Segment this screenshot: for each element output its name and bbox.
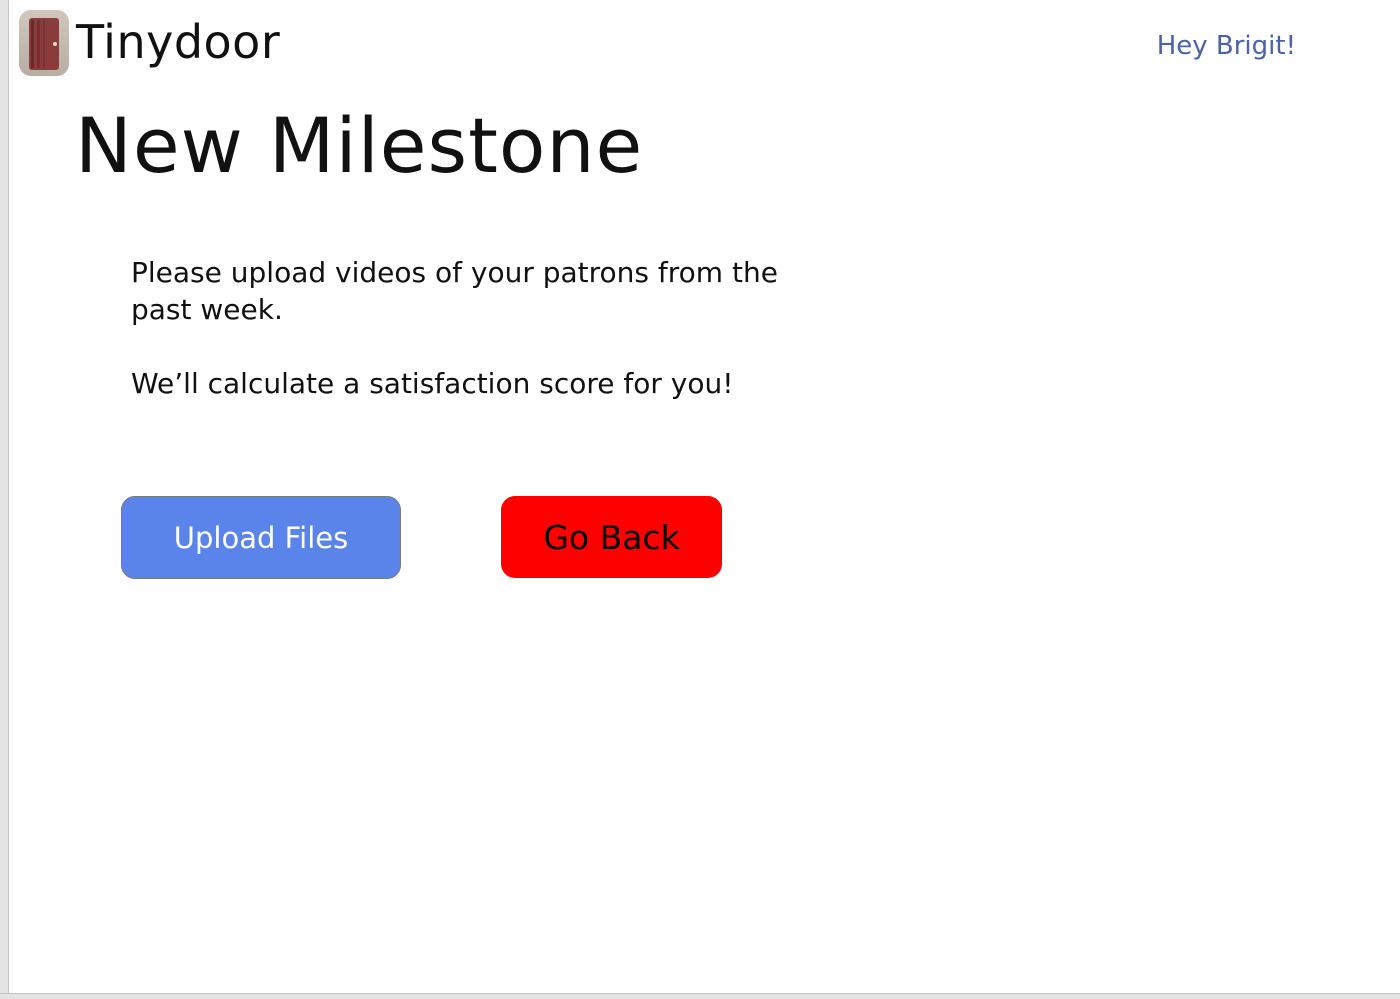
instructions-upload: Please upload videos of your patrons fro… [131,256,778,326]
brand-name: Tinydoor [76,15,281,69]
upload-files-button[interactable]: Upload Files [121,496,401,579]
door-icon [19,10,69,76]
window-left-edge [0,0,9,999]
instructions: Please upload videos of your patrons fro… [131,254,811,402]
page-title: New Milestone [75,101,644,190]
user-greeting[interactable]: Hey Brigit! [1157,30,1296,62]
window-bottom-edge [0,993,1400,999]
go-back-button[interactable]: Go Back [501,496,722,578]
instructions-score: We’ll calculate a satisfaction score for… [131,367,734,400]
